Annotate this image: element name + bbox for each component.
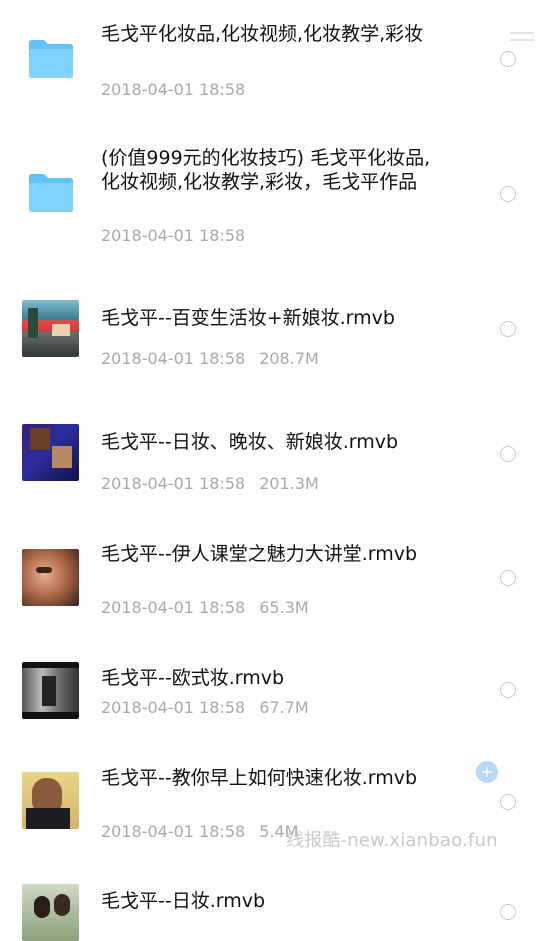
item-meta: 2018-04-01 18:58 201.3M: [101, 474, 319, 493]
video-thumbnail: [22, 662, 79, 719]
item-date: 2018-04-01 18:58: [101, 80, 246, 99]
item-title: 毛戈平--日妆.rmvb: [101, 890, 266, 912]
folder-icon: [29, 174, 73, 212]
select-radio[interactable]: [500, 794, 516, 810]
video-thumbnail: [22, 884, 79, 941]
video-thumbnail: [22, 549, 79, 606]
select-radio[interactable]: [500, 682, 516, 698]
watermark: 线报酷-new.xianbao.fun: [286, 830, 498, 851]
item-title: 毛戈平--欧式妆.rmvb: [101, 667, 285, 689]
item-title: 毛戈平化妆品,化妆视频,化妆教学,彩妆: [101, 23, 424, 45]
item-meta: 2018-04-01 18:58 5.4M: [101, 822, 299, 841]
select-radio[interactable]: [500, 186, 516, 202]
video-thumbnail: [22, 300, 79, 357]
item-title: 毛戈平--教你早上如何快速化妆.rmvb: [101, 767, 418, 789]
item-date: 2018-04-01 18:58: [101, 226, 246, 245]
select-radio[interactable]: [500, 446, 516, 462]
select-radio[interactable]: [500, 570, 516, 586]
select-radio[interactable]: [500, 51, 516, 67]
video-thumbnail: [22, 772, 79, 829]
folder-icon: [29, 40, 73, 78]
item-meta: 2018-04-01 18:58 65.3M: [101, 598, 309, 617]
item-title: 毛戈平--日妆、晚妆、新娘妆.rmvb: [101, 431, 399, 453]
select-radio[interactable]: [500, 321, 516, 337]
video-thumbnail: [22, 424, 79, 481]
item-title: 毛戈平--伊人课堂之魅力大讲堂.rmvb: [101, 543, 418, 565]
item-title: 毛戈平--百变生活妆+新娘妆.rmvb: [101, 307, 395, 329]
item-meta: 2018-04-01 18:58 67.7M: [101, 698, 309, 717]
item-meta: 2018-04-01 18:58 208.7M: [101, 349, 319, 368]
add-icon[interactable]: +: [476, 761, 498, 783]
menu-icon[interactable]: [510, 32, 534, 46]
item-title: (价值999元的化妆技巧) 毛戈平化妆品,化妆视频,化妆教学,彩妆，毛戈平作品: [101, 147, 431, 193]
